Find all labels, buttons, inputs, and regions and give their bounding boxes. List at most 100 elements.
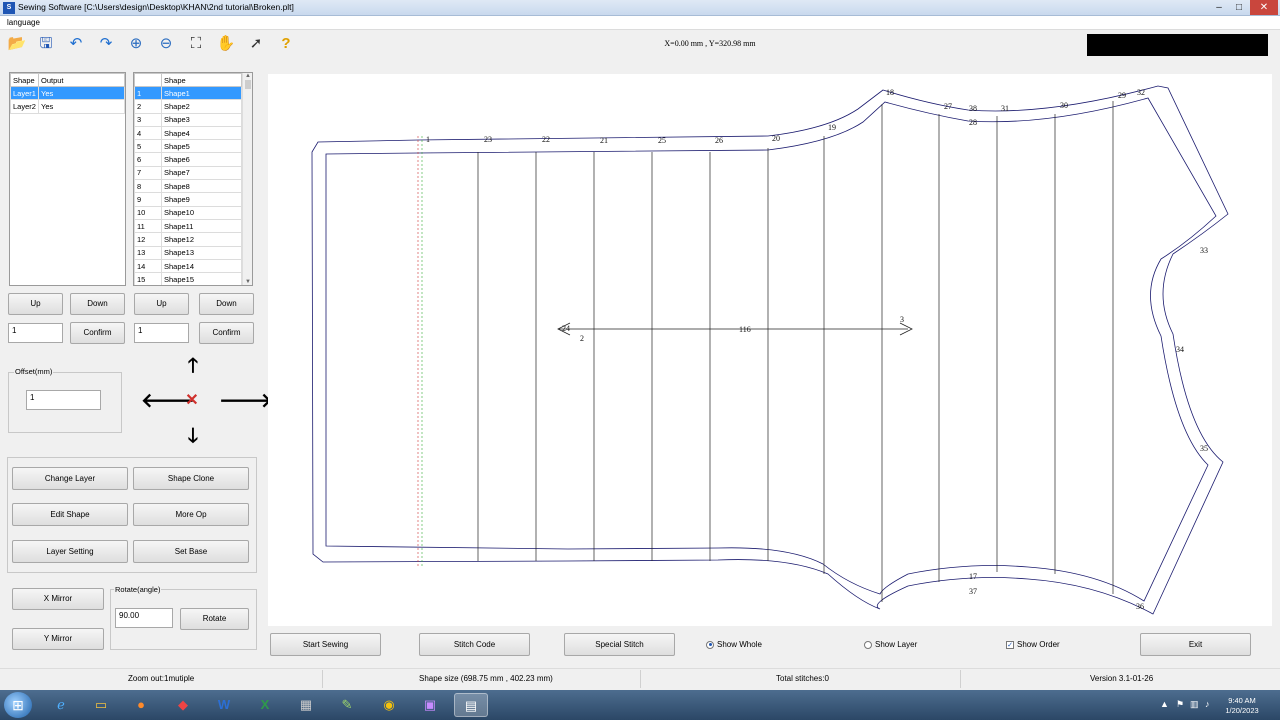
layer-col-output[interactable]: Output [38, 73, 125, 87]
shape-name: Shape11 [161, 218, 242, 234]
table-row[interactable]: 1 Shape1 [134, 85, 242, 101]
edit-shape-button[interactable]: Edit Shape [12, 503, 128, 526]
show-whole-option[interactable]: Show Whole [706, 640, 762, 649]
layer-up-button[interactable]: Up [8, 293, 63, 315]
label-38: 38 [969, 104, 977, 113]
move-down-arrow[interactable]: 🡓 [182, 425, 204, 447]
move-left-arrow[interactable]: 🡐 [141, 390, 195, 412]
offset-input[interactable]: 1 [26, 390, 101, 410]
table-row[interactable]: 5 Shape5 [134, 139, 242, 154]
pan-hand-icon[interactable]: ✋ [216, 34, 236, 54]
shape-index: 1 [134, 85, 162, 101]
table-row[interactable]: 10 Shape10 [134, 205, 242, 220]
table-row[interactable]: 7 Shape7 [134, 165, 242, 181]
start-button[interactable]: ⊞ [4, 692, 32, 718]
start-sewing-button[interactable]: Start Sewing [270, 633, 381, 656]
shape-table-scrollbar[interactable]: ▲ ▼ [242, 73, 252, 285]
save-icon[interactable]: 🖫 [36, 34, 56, 54]
word-icon[interactable]: W [207, 693, 241, 717]
undo-icon[interactable]: ↶ [66, 34, 86, 54]
sewing-app-icon[interactable]: ▤ [454, 693, 488, 717]
table-row[interactable]: Layer2 Yes [10, 99, 125, 114]
show-order-option[interactable]: ✓ Show Order [1006, 640, 1060, 649]
scroll-thumb[interactable] [245, 80, 251, 89]
table-row[interactable]: 14 Shape14 [134, 258, 242, 274]
chrome-icon[interactable]: ◉ [372, 693, 406, 717]
clock[interactable]: 9:40 AM 1/20/2023 [1218, 696, 1266, 716]
select-arrow-icon[interactable]: ➚ [246, 34, 266, 54]
show-layer-option[interactable]: Show Layer [864, 640, 917, 649]
table-row[interactable]: 15 Shape15 [134, 272, 242, 285]
maximize-button[interactable]: □ [1230, 0, 1248, 15]
shape-index: 11 [134, 218, 162, 234]
offset-label: Offset(mm) [14, 367, 54, 376]
exit-button[interactable]: Exit [1140, 633, 1251, 656]
shape-name: Shape1 [161, 85, 242, 101]
notepad-icon[interactable]: ✎ [330, 693, 364, 717]
table-row[interactable]: 4 Shape4 [134, 125, 242, 141]
layer-down-button[interactable]: Down [70, 293, 125, 315]
scroll-up-icon[interactable]: ▲ [243, 73, 252, 79]
layer-confirm-button[interactable]: Confirm [70, 322, 125, 344]
layer-col-shape[interactable]: Shape [10, 73, 39, 87]
shape-col-index[interactable] [134, 73, 162, 87]
network-icon[interactable]: ▥ [1190, 699, 1199, 710]
drawing-canvas[interactable]: 1 23 22 21 25 26 20 19 18 27 38 31 30 29… [268, 74, 1272, 626]
show-order-checkbox[interactable]: ✓ [1006, 640, 1014, 649]
scroll-down-icon[interactable]: ▼ [243, 279, 252, 285]
shape-up-button[interactable]: Up [134, 293, 189, 315]
table-row[interactable]: 12 Shape12 [134, 232, 242, 247]
table-row[interactable]: 13 Shape13 [134, 245, 242, 260]
flag-icon[interactable]: ⚑ [1176, 699, 1184, 710]
excel-icon[interactable]: X [248, 693, 282, 717]
table-row[interactable]: Layer1 Yes [10, 85, 125, 101]
firefox-icon[interactable]: ● [124, 693, 158, 717]
volume-icon[interactable]: ♪ [1205, 699, 1210, 709]
shape-clone-button[interactable]: Shape Clone [133, 467, 249, 490]
rotate-angle-input[interactable]: 90.00 [115, 608, 173, 628]
table-row[interactable]: 3 Shape3 [134, 112, 242, 127]
app-icon[interactable]: ▣ [413, 693, 447, 717]
shape-down-button[interactable]: Down [199, 293, 254, 315]
table-row[interactable]: 8 Shape8 [134, 179, 242, 194]
show-order-label: Show Order [1017, 640, 1060, 649]
rotate-button[interactable]: Rotate [180, 608, 249, 630]
close-button[interactable]: ✕ [1250, 0, 1278, 15]
shape-col-name[interactable]: Shape [161, 73, 242, 87]
ie-icon[interactable]: ℯ [44, 693, 78, 717]
set-base-button[interactable]: Set Base [133, 540, 249, 563]
show-layer-radio[interactable] [864, 640, 872, 649]
zoom-out-icon[interactable]: ⊖ [156, 34, 176, 54]
calculator-icon[interactable]: ▦ [289, 693, 323, 717]
table-row[interactable]: 11 Shape11 [134, 218, 242, 234]
open-folder-icon[interactable]: 📂 [7, 34, 27, 54]
y-mirror-button[interactable]: Y Mirror [12, 628, 104, 650]
table-row[interactable]: 6 Shape6 [134, 152, 242, 167]
anydesk-icon[interactable]: ◆ [166, 693, 200, 717]
layer-setting-button[interactable]: Layer Setting [12, 540, 128, 563]
stitch-code-button[interactable]: Stitch Code [419, 633, 530, 656]
layer-index-input[interactable]: 1 [8, 323, 63, 343]
move-right-arrow[interactable]: 🡒 [219, 390, 273, 412]
redo-icon[interactable]: ↷ [96, 34, 116, 54]
menu-language[interactable]: language [7, 18, 40, 27]
label-32: 32 [1137, 88, 1145, 97]
more-op-button[interactable]: More Op [133, 503, 249, 526]
zoom-in-icon[interactable]: ⊕ [126, 34, 146, 54]
shape-confirm-button[interactable]: Confirm [199, 322, 254, 344]
explorer-icon[interactable]: ▭ [84, 693, 118, 717]
help-icon[interactable]: ? [276, 34, 296, 54]
x-mirror-button[interactable]: X Mirror [12, 588, 104, 610]
fit-window-icon[interactable]: ⛶ [186, 34, 206, 54]
minimize-button[interactable]: – [1210, 0, 1228, 15]
shape-index-input[interactable]: 1 [134, 323, 189, 343]
special-stitch-button[interactable]: Special Stitch [564, 633, 675, 656]
table-row[interactable]: 2 Shape2 [134, 99, 242, 114]
change-layer-button[interactable]: Change Layer [12, 467, 128, 490]
move-up-arrow[interactable]: 🡑 [182, 355, 204, 377]
show-layer-label: Show Layer [875, 640, 918, 649]
tray-arrow-icon[interactable]: ▲ [1160, 699, 1169, 709]
show-whole-radio[interactable] [706, 640, 714, 649]
table-row[interactable]: 9 Shape9 [134, 192, 242, 207]
center-close-icon[interactable]: ✕ [181, 390, 203, 412]
